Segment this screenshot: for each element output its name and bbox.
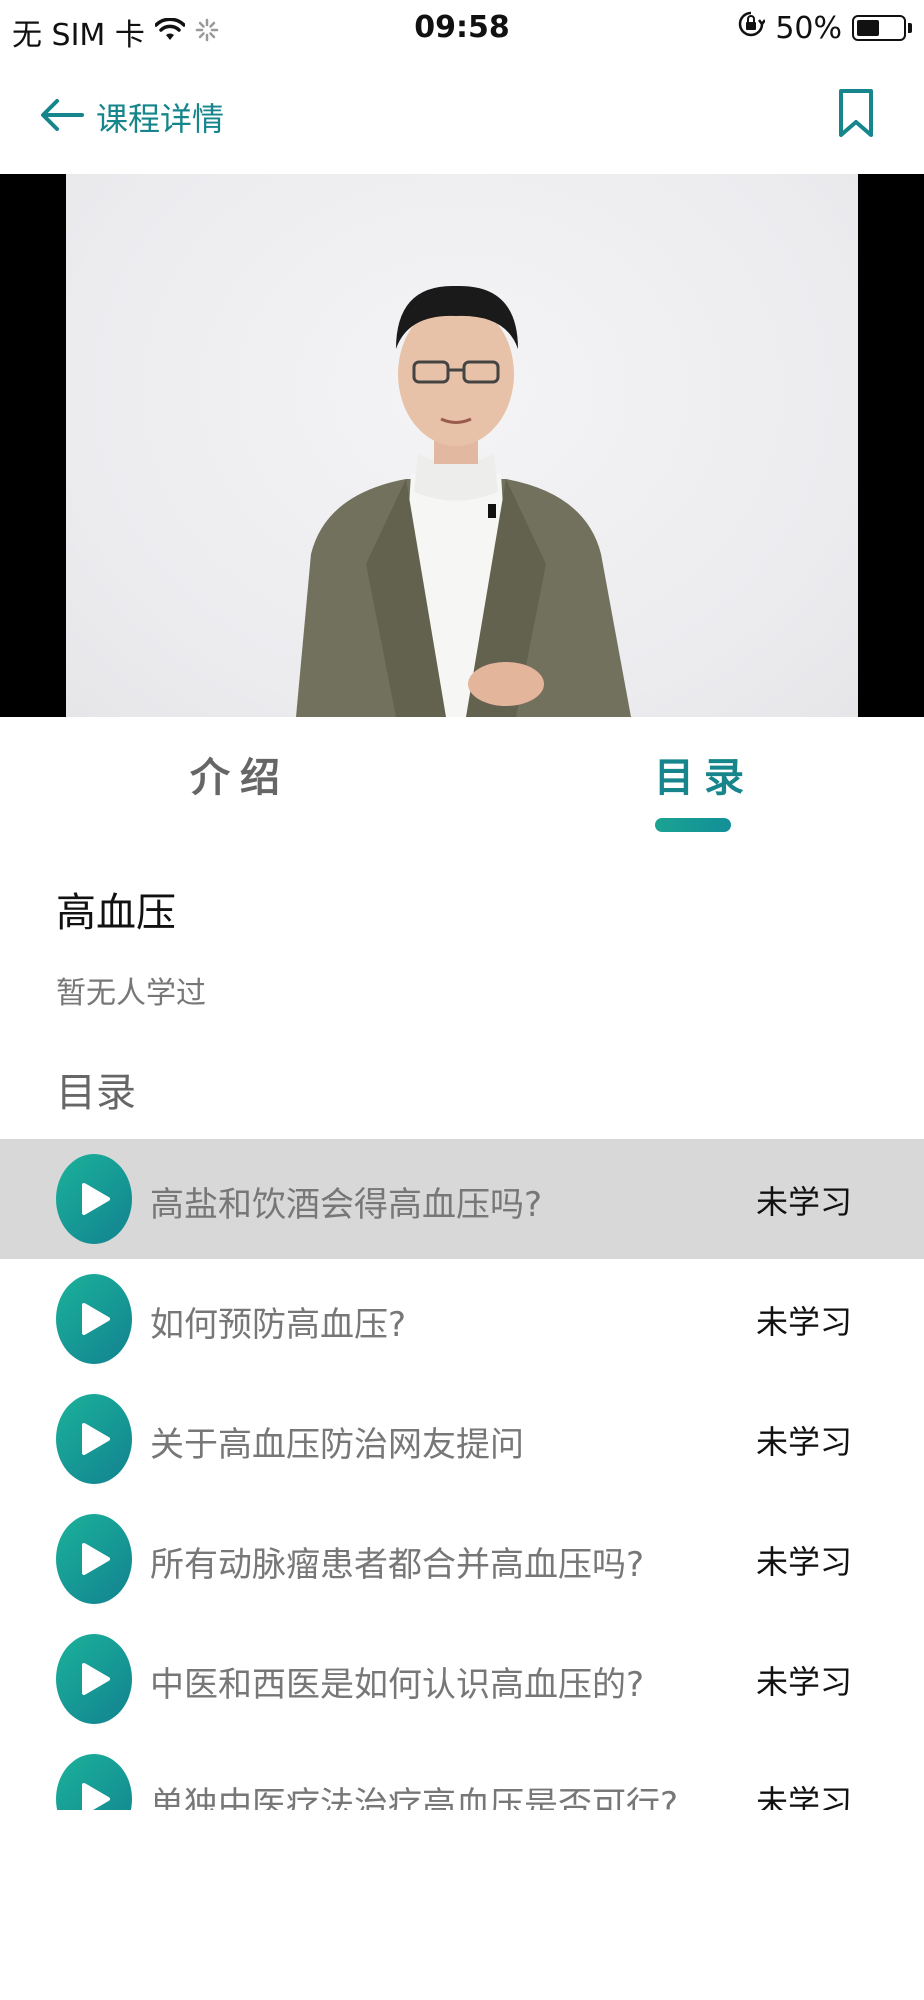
lesson-status: 未学习	[755, 1663, 852, 1701]
lesson-row[interactable]: 单独中医疗法治疗高血压是否可行? 未学习	[0, 1739, 924, 1810]
status-right: 50%	[737, 10, 912, 46]
lesson-row[interactable]: 所有动脉瘤患者都合并高血压吗? 未学习	[0, 1499, 924, 1619]
play-icon[interactable]	[56, 1274, 132, 1364]
tab-indicator	[655, 818, 731, 832]
lesson-row[interactable]: 如何预防高血压? 未学习	[0, 1259, 924, 1379]
course-title: 高血压	[56, 890, 176, 936]
play-icon[interactable]	[56, 1514, 132, 1604]
play-icon[interactable]	[56, 1154, 132, 1244]
tab-catalog[interactable]: 目录	[654, 745, 754, 803]
lesson-status: 未学习	[755, 1543, 852, 1581]
nav-bar: 课程详情	[0, 56, 924, 174]
tab-intro[interactable]: 介绍	[190, 745, 290, 803]
play-icon[interactable]	[56, 1634, 132, 1724]
lesson-status: 未学习	[755, 1423, 852, 1461]
bookmark-button[interactable]	[838, 88, 874, 142]
lesson-title: 关于高血压防治网友提问	[150, 1425, 524, 1465]
lesson-status: 未学习	[755, 1783, 852, 1810]
lesson-row[interactable]: 高盐和饮酒会得高血压吗? 未学习	[0, 1139, 924, 1259]
video-frame[interactable]	[66, 174, 858, 717]
learner-count: 暂无人学过	[56, 976, 206, 1011]
lesson-status: 未学习	[755, 1183, 852, 1221]
lesson-title: 中医和西医是如何认识高血压的?	[150, 1665, 645, 1705]
battery-icon	[852, 15, 906, 41]
lesson-row[interactable]: 关于高血压防治网友提问 未学习	[0, 1379, 924, 1499]
lesson-list: 高盐和饮酒会得高血压吗? 未学习 如何预防高血压? 未学习 关于高血压防治网友提…	[0, 1139, 924, 1810]
page-title: 课程详情	[96, 100, 225, 138]
catalog-section-label: 目录	[56, 1070, 136, 1116]
lecturer-image	[296, 285, 631, 717]
play-icon[interactable]	[56, 1394, 132, 1484]
back-button[interactable]: 课程详情	[40, 94, 224, 140]
bookmark-icon	[838, 89, 874, 142]
video-player[interactable]	[0, 174, 924, 717]
orientation-lock-icon	[737, 10, 767, 46]
battery-fill	[857, 20, 879, 36]
battery-cap	[908, 23, 912, 33]
status-bar: 无 SIM 卡 09:58 50%	[0, 0, 924, 56]
lesson-row[interactable]: 中医和西医是如何认识高血压的? 未学习	[0, 1619, 924, 1739]
lesson-title: 单独中医疗法治疗高血压是否可行?	[150, 1785, 679, 1810]
play-icon[interactable]	[56, 1754, 132, 1810]
arrow-left-icon	[40, 98, 84, 136]
battery-percent: 50%	[775, 10, 842, 46]
lesson-title: 如何预防高血压?	[150, 1305, 407, 1345]
tab-bar: 介绍 目录	[0, 717, 924, 837]
lesson-title: 所有动脉瘤患者都合并高血压吗?	[150, 1545, 645, 1585]
lesson-title: 高盐和饮酒会得高血压吗?	[150, 1185, 543, 1225]
lesson-status: 未学习	[755, 1303, 852, 1341]
